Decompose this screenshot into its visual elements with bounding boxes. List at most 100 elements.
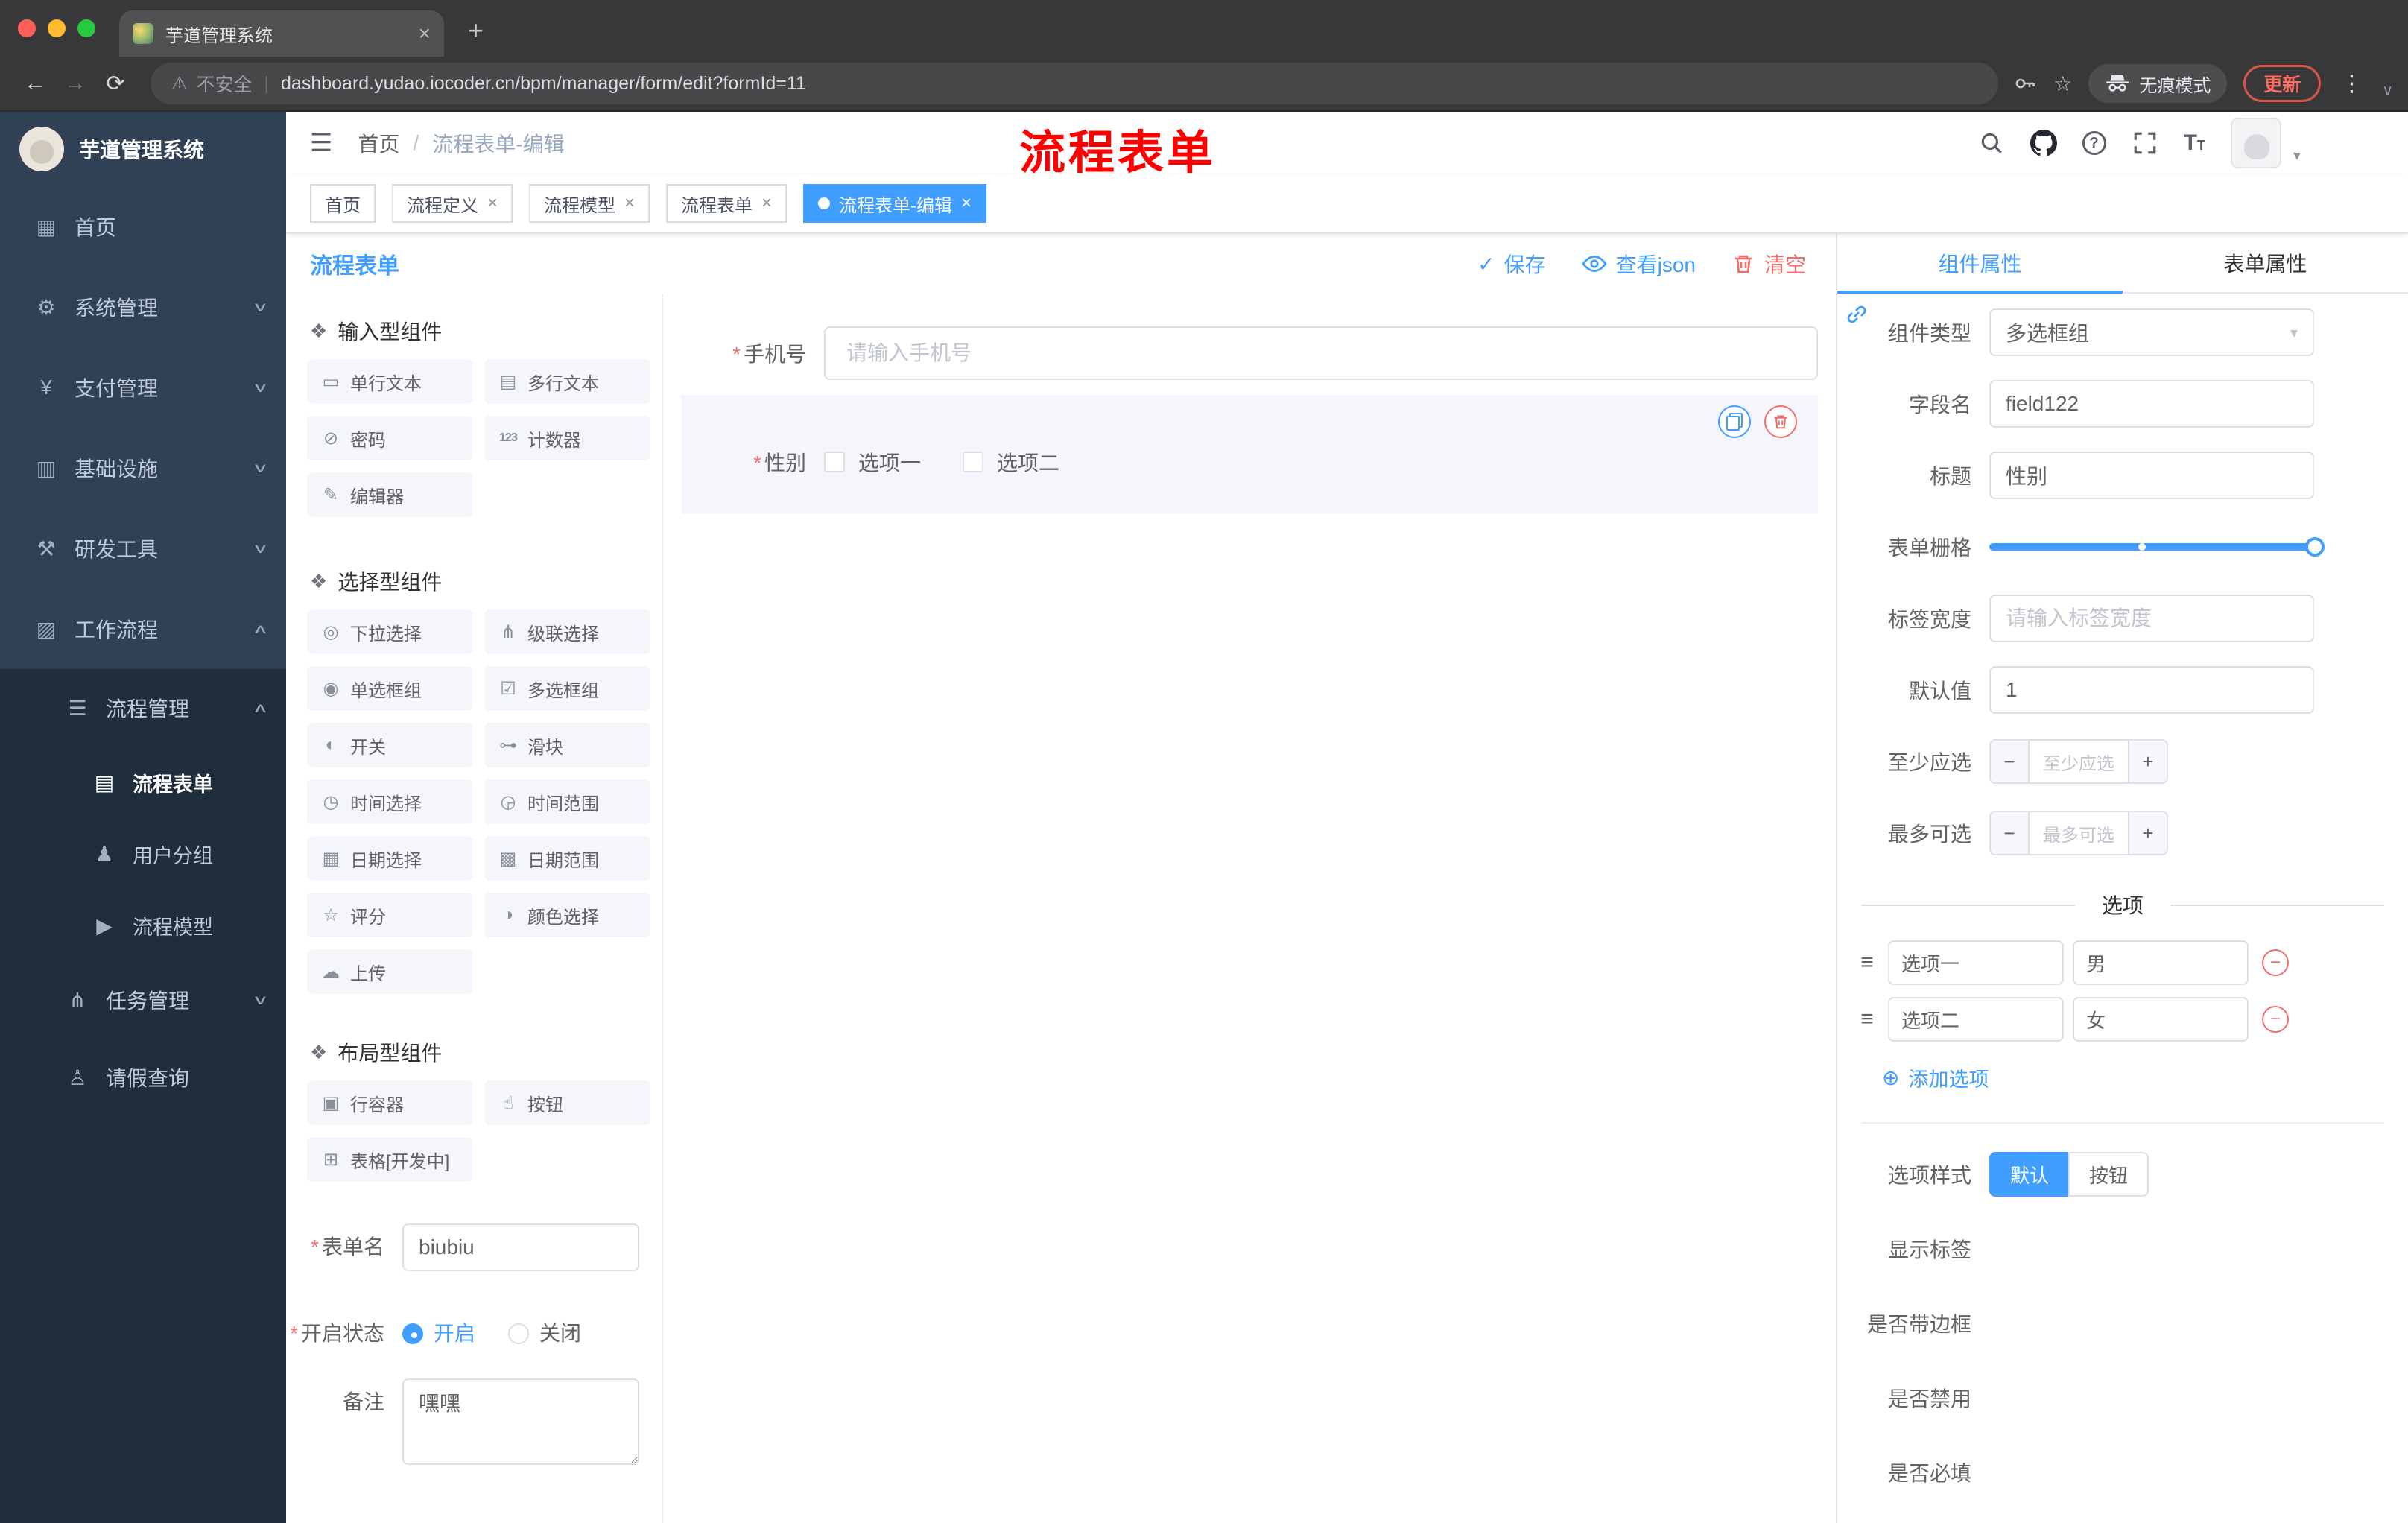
clear-button[interactable]: 清空 bbox=[1731, 249, 1806, 279]
palette-item-radio-group[interactable]: ◉ 单选框组 bbox=[307, 666, 472, 711]
sidebar-item-infrastructure[interactable]: ▥ 基础设施 ∨ bbox=[0, 428, 286, 508]
palette-item-color-picker[interactable]: ◑ 颜色选择 bbox=[484, 893, 650, 937]
palette-item-multi-line-text[interactable]: ▤ 多行文本 bbox=[484, 359, 650, 404]
close-icon[interactable]: × bbox=[624, 194, 635, 212]
form-name-input[interactable] bbox=[402, 1223, 639, 1271]
sidebar-item-home[interactable]: ▦ 首页 bbox=[0, 186, 286, 267]
close-icon[interactable]: × bbox=[487, 194, 498, 212]
tag-process-model[interactable]: 流程模型 × bbox=[529, 184, 650, 223]
tag-process-form[interactable]: 流程表单 × bbox=[666, 184, 788, 223]
status-on-radio[interactable]: 开启 bbox=[402, 1310, 475, 1358]
palette-item-cascader[interactable]: ⋔ 级联选择 bbox=[484, 609, 650, 654]
zoom-window-button[interactable] bbox=[77, 19, 95, 37]
close-tab-icon[interactable]: × bbox=[419, 23, 431, 44]
new-tab-button[interactable]: + bbox=[468, 15, 484, 46]
back-icon[interactable]: ← bbox=[15, 71, 55, 96]
grid-slider[interactable] bbox=[1989, 523, 2325, 571]
hamburger-icon[interactable]: ☰ bbox=[310, 128, 332, 158]
fullscreen-icon[interactable] bbox=[2132, 130, 2158, 156]
caret-down-icon[interactable]: ▾ bbox=[2293, 146, 2301, 165]
remove-option-button[interactable]: − bbox=[2262, 1006, 2289, 1033]
copy-field-button[interactable] bbox=[1718, 405, 1751, 438]
sidebar-logo[interactable]: 芋道管理系统 bbox=[0, 112, 286, 186]
bookmark-star-icon[interactable]: ☆ bbox=[2053, 72, 2072, 96]
gender-option2-checkbox[interactable]: 选项二 bbox=[963, 447, 1059, 477]
address-bar[interactable]: ⚠ 不安全 | dashboard.yudao.iocoder.cn/bpm/m… bbox=[150, 63, 1999, 104]
palette-item-row-container[interactable]: ▣ 行容器 bbox=[307, 1080, 472, 1125]
palette-item-checkbox-group[interactable]: ☑ 多选框组 bbox=[484, 666, 650, 711]
search-icon[interactable] bbox=[1978, 130, 2005, 156]
gender-option1-checkbox[interactable]: 选项一 bbox=[824, 447, 921, 477]
security-label[interactable]: 不安全 bbox=[197, 70, 253, 97]
sidebar-item-system-management[interactable]: ⚙ 系统管理 ∨ bbox=[0, 267, 286, 347]
close-icon[interactable]: × bbox=[761, 194, 772, 212]
sidebar-item-dev-tools[interactable]: ⚒ 研发工具 ∨ bbox=[0, 508, 286, 589]
field-gender-selected[interactable]: * 性别 选项一 选项二 bbox=[681, 395, 1818, 514]
default-value-input[interactable] bbox=[1989, 666, 2314, 714]
update-browser-button[interactable]: 更新 bbox=[2243, 65, 2322, 102]
increase-button[interactable]: + bbox=[2128, 741, 2167, 782]
component-type-select[interactable]: 多选框组 ▾ bbox=[1989, 308, 2314, 356]
browser-tab[interactable]: 芋道管理系统 × bbox=[119, 10, 444, 57]
drag-handle-icon[interactable]: ≡ bbox=[1855, 1007, 1879, 1032]
palette-item-single-line-text[interactable]: ▭ 单行文本 bbox=[307, 359, 472, 404]
slider-handle[interactable] bbox=[2305, 537, 2325, 557]
minimize-window-button[interactable] bbox=[48, 19, 66, 37]
chevron-down-icon[interactable]: ∨ bbox=[2382, 81, 2393, 100]
form-canvas[interactable]: *手机号 *性别 选项一 选项二 bbox=[663, 294, 1836, 1523]
breadcrumb-home[interactable]: 首页 bbox=[358, 128, 399, 158]
palette-item-table[interactable]: ⊞ 表格[开发中] bbox=[307, 1137, 472, 1182]
sidebar-item-task-management[interactable]: ⋔ 任务管理 ∨ bbox=[0, 961, 286, 1039]
tag-home[interactable]: 首页 bbox=[310, 184, 376, 223]
style-default-button[interactable]: 默认 bbox=[1989, 1152, 2069, 1197]
palette-item-select[interactable]: ◎ 下拉选择 bbox=[307, 609, 472, 654]
option-name-input[interactable] bbox=[1888, 940, 2064, 985]
tag-process-form-edit[interactable]: 流程表单-编辑 × bbox=[803, 184, 987, 223]
decrease-button[interactable]: − bbox=[1991, 741, 2030, 782]
title-input[interactable] bbox=[1989, 452, 2314, 499]
sidebar-item-process-model[interactable]: ▶ 流程模型 bbox=[0, 890, 286, 961]
increase-button[interactable]: + bbox=[2128, 812, 2167, 854]
palette-item-time-picker[interactable]: ◷ 时间选择 bbox=[307, 779, 472, 824]
palette-item-date-picker[interactable]: ▦ 日期选择 bbox=[307, 836, 472, 881]
option-value-input[interactable] bbox=[2073, 940, 2249, 985]
label-width-input[interactable] bbox=[1989, 595, 2314, 642]
palette-item-upload[interactable]: ☁ 上传 bbox=[307, 949, 472, 994]
palette-item-time-range-picker[interactable]: ◶ 时间范围 bbox=[484, 779, 650, 824]
tag-process-definition[interactable]: 流程定义 × bbox=[392, 184, 513, 223]
delete-field-button[interactable] bbox=[1764, 405, 1797, 438]
view-json-button[interactable]: 查看json bbox=[1582, 249, 1696, 279]
form-remark-textarea[interactable]: 嘿嘿 bbox=[402, 1378, 639, 1465]
avatar[interactable] bbox=[2230, 118, 2281, 168]
sidebar-item-process-management[interactable]: ☰ 流程管理 ∧ bbox=[0, 669, 286, 747]
slider-track[interactable] bbox=[1989, 543, 2314, 551]
forward-icon[interactable]: → bbox=[55, 71, 95, 96]
palette-item-switch[interactable]: ◐ 开关 bbox=[307, 723, 472, 767]
help-icon[interactable]: ? bbox=[2082, 131, 2106, 155]
palette-item-password[interactable]: ⊘ 密码 bbox=[307, 416, 472, 460]
palette-item-rate[interactable]: ☆ 评分 bbox=[307, 893, 472, 937]
browser-menu-icon[interactable]: ⋮ bbox=[2337, 71, 2366, 97]
font-size-icon[interactable]: TT bbox=[2184, 130, 2205, 156]
sidebar-item-user-group[interactable]: ♟ 用户分组 bbox=[0, 818, 286, 890]
drag-handle-icon[interactable]: ≡ bbox=[1855, 950, 1879, 975]
palette-item-date-range-picker[interactable]: ▩ 日期范围 bbox=[484, 836, 650, 881]
palette-item-editor[interactable]: ✎ 编辑器 bbox=[307, 472, 472, 517]
option-value-input[interactable] bbox=[2073, 997, 2249, 1042]
save-button[interactable]: ✓ 保存 bbox=[1477, 249, 1545, 279]
close-window-button[interactable] bbox=[18, 19, 36, 37]
remove-option-button[interactable]: − bbox=[2262, 949, 2289, 976]
palette-item-counter[interactable]: 123 计数器 bbox=[484, 416, 650, 460]
min-select-placeholder[interactable]: 至少应选 bbox=[2030, 741, 2128, 782]
phone-input[interactable] bbox=[824, 326, 1818, 380]
link-icon[interactable] bbox=[1842, 300, 1872, 329]
option-name-input[interactable] bbox=[1888, 997, 2064, 1042]
tab-form-props[interactable]: 表单属性 bbox=[2123, 234, 2408, 292]
close-icon[interactable]: × bbox=[961, 194, 972, 212]
key-icon[interactable] bbox=[2013, 72, 2037, 95]
sidebar-item-payment-management[interactable]: ¥ 支付管理 ∨ bbox=[0, 347, 286, 428]
max-select-placeholder[interactable]: 最多可选 bbox=[2030, 812, 2128, 854]
sidebar-item-workflow[interactable]: ▨ 工作流程 ∧ bbox=[0, 589, 286, 669]
reload-icon[interactable]: ⟳ bbox=[95, 71, 136, 97]
field-name-input[interactable] bbox=[1989, 380, 2314, 428]
